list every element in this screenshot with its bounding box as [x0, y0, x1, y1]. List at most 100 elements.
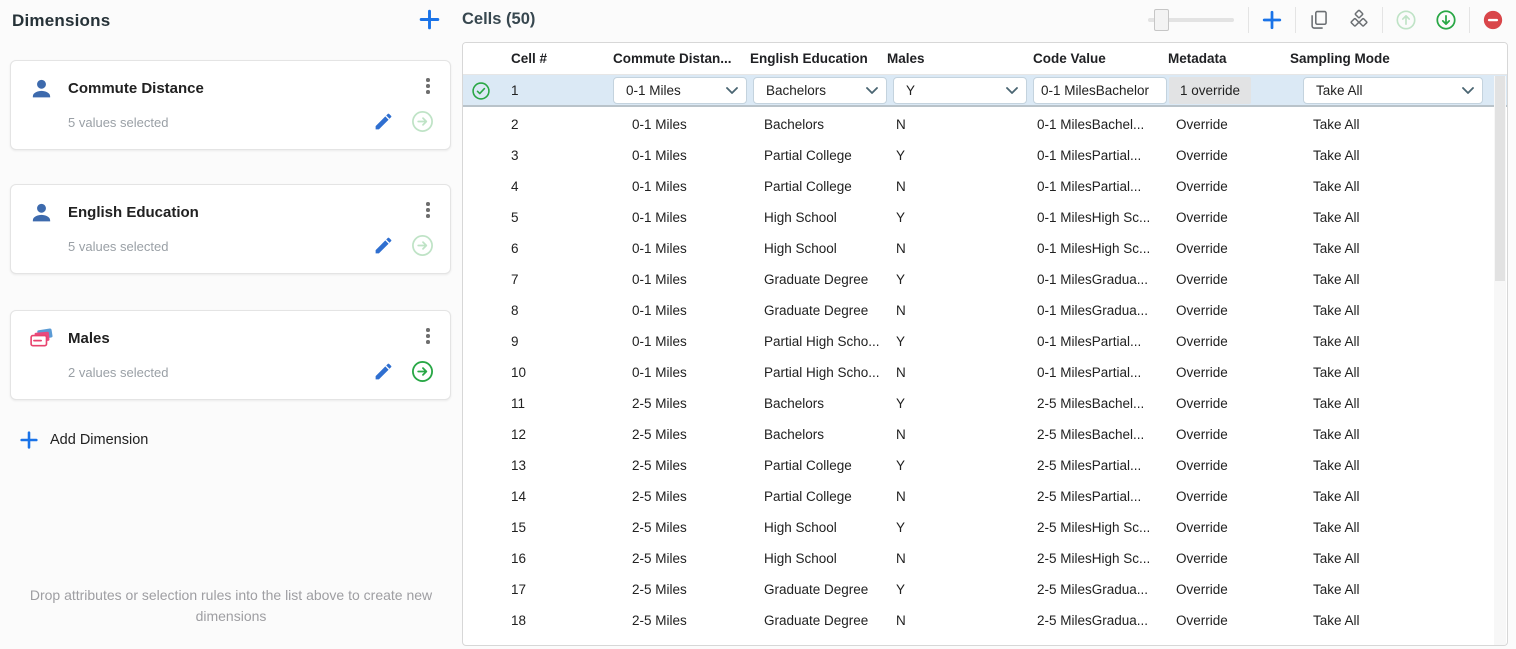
- sampling-mode-value: Take All: [1313, 334, 1360, 349]
- table-scrollbar[interactable]: [1494, 76, 1506, 646]
- table-row[interactable]: 8 0-1 Miles Graduate Degree N 0-1 MilesG…: [463, 295, 1507, 326]
- dimension-card-commute-distance[interactable]: Commute Distance 5 values selected: [10, 60, 451, 150]
- metadata-value: Override: [1176, 365, 1228, 380]
- cells-toolbar: [1148, 5, 1504, 35]
- cell-number: 13: [511, 458, 526, 473]
- metadata-value: Override: [1176, 272, 1228, 287]
- code-value: 0-1 MilesPartial...: [1037, 334, 1141, 349]
- sampling-mode-value: Take All: [1313, 489, 1360, 504]
- table-row[interactable]: 13 2-5 Miles Partial College Y 2-5 Miles…: [463, 450, 1507, 481]
- code-value-input[interactable]: [1033, 77, 1167, 104]
- slider-handle[interactable]: [1154, 9, 1169, 31]
- commute-distance-value: 2-5 Miles: [632, 520, 687, 535]
- cubes-icon[interactable]: [1348, 9, 1370, 31]
- sampling-mode-value: Take All: [1313, 551, 1360, 566]
- table-row[interactable]: 14 2-5 Miles Partial College N 2-5 Miles…: [463, 481, 1507, 512]
- dimension-card-english-education[interactable]: English Education 5 values selected: [10, 184, 451, 274]
- table-row[interactable]: 17 2-5 Miles Graduate Degree Y 2-5 Miles…: [463, 574, 1507, 605]
- demote-down-icon[interactable]: [1435, 9, 1457, 31]
- column-header: Sampling Mode: [1290, 51, 1390, 66]
- table-row[interactable]: 15 2-5 Miles High School Y 2-5 MilesHigh…: [463, 512, 1507, 543]
- commute-distance-value: 0-1 Miles: [632, 303, 687, 318]
- code-value: 2-5 MilesPartial...: [1037, 489, 1141, 504]
- person-icon: [29, 76, 54, 101]
- commute-distance-select[interactable]: 0-1 Miles: [613, 77, 747, 104]
- sampling-mode-value: Take All: [1313, 365, 1360, 380]
- apply-arrow-icon[interactable]: [411, 234, 434, 257]
- cell-number: 10: [511, 365, 526, 380]
- promote-up-icon[interactable]: [1395, 9, 1417, 31]
- chevron-down-icon: [1006, 87, 1018, 95]
- edit-pencil-icon[interactable]: [373, 111, 394, 132]
- metadata-value: Override: [1176, 179, 1228, 194]
- commute-distance-value: 0-1 Miles: [632, 148, 687, 163]
- table-row[interactable]: 9 0-1 Miles Partial High Scho... Y 0-1 M…: [463, 326, 1507, 357]
- kebab-menu-icon[interactable]: [417, 323, 439, 349]
- commute-distance-value: 0-1 Miles: [632, 241, 687, 256]
- code-value: 0-1 MilesHigh Sc...: [1037, 210, 1150, 225]
- add-dimension-button[interactable]: Add Dimension: [18, 429, 148, 451]
- cells-title: Cells (50): [462, 10, 535, 29]
- code-value: 2-5 MilesPartial...: [1037, 458, 1141, 473]
- add-dimension-plus-icon[interactable]: [417, 7, 442, 32]
- metadata-value: Override: [1176, 148, 1228, 163]
- table-row[interactable]: 4 0-1 Miles Partial College N 0-1 MilesP…: [463, 171, 1507, 202]
- cells-table: Cell # Commute Distan... English Educati…: [462, 42, 1508, 646]
- plus-icon: [18, 429, 40, 451]
- table-row[interactable]: 18 2-5 Miles Graduate Degree N 2-5 Miles…: [463, 605, 1507, 636]
- males-value: N: [896, 365, 906, 380]
- check-circle-icon: [471, 81, 491, 101]
- table-row[interactable]: 3 0-1 Miles Partial College Y 0-1 MilesP…: [463, 140, 1507, 171]
- remove-icon[interactable]: [1482, 9, 1504, 31]
- code-value: 2-5 MilesHigh Sc...: [1037, 520, 1150, 535]
- copy-icon[interactable]: [1308, 9, 1330, 31]
- cell-number: 12: [511, 427, 526, 442]
- table-row[interactable]: 7 0-1 Miles Graduate Degree Y 0-1 MilesG…: [463, 264, 1507, 295]
- males-value: Y: [896, 334, 905, 349]
- code-value: 0-1 MilesPartial...: [1037, 148, 1141, 163]
- chevron-down-icon: [1462, 87, 1474, 95]
- metadata-value: Override: [1176, 241, 1228, 256]
- english-education-value: Bachelors: [764, 396, 824, 411]
- table-row[interactable]: 16 2-5 Miles High School N 2-5 MilesHigh…: [463, 543, 1507, 574]
- sampling-mode-select[interactable]: Take All: [1303, 77, 1483, 104]
- sampling-mode-value: Take All: [1313, 396, 1360, 411]
- males-value: Y: [896, 272, 905, 287]
- table-row[interactable]: 2 0-1 Miles Bachelors N 0-1 MilesBachel.…: [463, 109, 1507, 140]
- metadata-value: Override: [1176, 489, 1228, 504]
- males-value: N: [896, 613, 906, 628]
- edit-pencil-icon[interactable]: [373, 361, 394, 382]
- cell-number: 8: [511, 303, 519, 318]
- code-value: 0-1 MilesBachel...: [1037, 117, 1144, 132]
- code-value: 0-1 MilesHigh Sc...: [1037, 241, 1150, 256]
- sampling-mode-value: Take All: [1313, 179, 1360, 194]
- drop-hint-text: Drop attributes or selection rules into …: [12, 585, 450, 627]
- table-row[interactable]: 6 0-1 Miles High School N 0-1 MilesHigh …: [463, 233, 1507, 264]
- add-cell-plus-icon[interactable]: [1261, 9, 1283, 31]
- sampling-mode-value: Take All: [1313, 210, 1360, 225]
- table-row[interactable]: 5 0-1 Miles High School Y 0-1 MilesHigh …: [463, 202, 1507, 233]
- table-row[interactable]: 11 2-5 Miles Bachelors Y 2-5 MilesBachel…: [463, 388, 1507, 419]
- zoom-slider[interactable]: [1148, 8, 1234, 32]
- males-value: Y: [896, 396, 905, 411]
- english-education-select[interactable]: Bachelors: [753, 77, 887, 104]
- scrollbar-thumb[interactable]: [1495, 76, 1505, 281]
- sampling-mode-value: Take All: [1313, 613, 1360, 628]
- person-icon: [29, 200, 54, 225]
- dimension-card-males[interactable]: Males 2 values selected: [10, 310, 451, 400]
- english-education-value: Graduate Degree: [764, 613, 868, 628]
- kebab-menu-icon[interactable]: [417, 73, 439, 99]
- cell-number: 1: [511, 83, 519, 98]
- metadata-value: Override: [1176, 210, 1228, 225]
- table-row[interactable]: 12 2-5 Miles Bachelors N 2-5 MilesBachel…: [463, 419, 1507, 450]
- apply-arrow-icon[interactable]: [411, 110, 434, 133]
- males-value: N: [896, 489, 906, 504]
- table-row[interactable]: 10 0-1 Miles Partial High Scho... N 0-1 …: [463, 357, 1507, 388]
- kebab-menu-icon[interactable]: [417, 197, 439, 223]
- males-select[interactable]: Y: [893, 77, 1027, 104]
- cell-number: 7: [511, 272, 519, 287]
- selected-table-row[interactable]: 1 0-1 Miles Bachelors Y 1 override Take …: [463, 75, 1507, 107]
- english-education-value: Graduate Degree: [764, 272, 868, 287]
- apply-arrow-icon[interactable]: [411, 360, 434, 383]
- edit-pencil-icon[interactable]: [373, 235, 394, 256]
